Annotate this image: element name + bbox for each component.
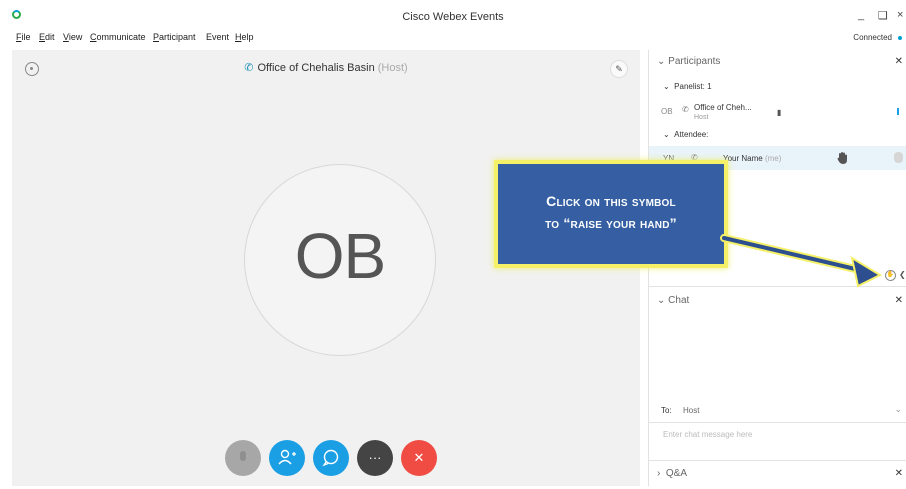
audio-level-icon (897, 108, 899, 115)
active-speaker-label: ✆ Office of Chehalis Basin (Host) (244, 62, 408, 74)
connection-status: Connected (853, 33, 892, 42)
participant-avatar: OB (661, 107, 673, 116)
attendee-group-header[interactable]: ⌄ Attendee: (663, 130, 708, 139)
callout-arrow-icon (720, 234, 883, 288)
signal-icon: ▮ (777, 108, 782, 117)
video-stage: ✆ Office of Chehalis Basin (Host) ✎ OB ··… (12, 50, 640, 486)
phone-icon: ✆ (682, 105, 689, 114)
chat-button[interactable] (313, 440, 349, 476)
panel-divider (649, 422, 906, 423)
close-chat-icon[interactable]: ✕ (895, 295, 903, 306)
participants-panel-header[interactable]: ⌄ Participants (657, 56, 720, 67)
leave-button[interactable]: ✕ (401, 440, 437, 476)
phone-icon: ✆ (244, 62, 254, 74)
close-window-button[interactable]: × (897, 9, 903, 21)
participant-name: Office of Cheh... (694, 103, 752, 112)
raised-hand-icon (837, 152, 847, 164)
menu-participant[interactable]: Participant (153, 32, 196, 42)
callout-line-1: Click on this symbol (546, 193, 676, 209)
connection-indicator-icon (898, 36, 902, 40)
qa-panel-header[interactable]: › Q&A (657, 468, 687, 479)
avatar-initials: OB (294, 220, 386, 292)
participant-name: Your Name (me) (723, 154, 782, 163)
close-qa-icon[interactable]: ✕ (895, 468, 903, 479)
window-title: Cisco Webex Events (402, 11, 504, 23)
chat-message-input[interactable]: Enter chat message here (663, 430, 752, 439)
add-person-icon (278, 449, 296, 465)
chat-bubble-icon (322, 449, 339, 467)
chevron-down-icon[interactable]: ⌄ (894, 404, 902, 415)
tutorial-callout: Click on this symbol to “raise your hand… (494, 160, 728, 268)
callout-line-2: to “raise your hand” (545, 215, 677, 231)
menu-bar: File Edit View Communicate Participant E… (0, 30, 906, 46)
panel-divider (649, 460, 906, 461)
minimize-button[interactable]: _ (858, 9, 864, 21)
participants-button[interactable] (269, 440, 305, 476)
menu-communicate[interactable]: Communicate (90, 32, 146, 42)
restore-button[interactable]: ❑ (878, 9, 888, 22)
participant-role: Host (694, 114, 709, 121)
menu-help[interactable]: Help (235, 32, 254, 42)
menu-event[interactable]: Event (206, 32, 229, 42)
chat-panel-header[interactable]: ⌄ Chat (657, 295, 689, 306)
menu-file[interactable]: File (16, 32, 31, 42)
title-bar: Cisco Webex Events _ ❑ × (0, 0, 906, 26)
mic-icon (240, 451, 246, 461)
participant-row-host[interactable]: OB ✆ Office of Cheh... Host ▮ (649, 101, 906, 125)
layout-toggle-icon[interactable]: ✎ (610, 60, 628, 78)
chat-to-label: To: (661, 406, 672, 415)
participant-options-icon[interactable] (894, 152, 903, 163)
more-options-button[interactable]: ··· (357, 440, 393, 476)
host-avatar: OB (244, 164, 436, 356)
mute-button[interactable] (225, 440, 261, 476)
menu-view[interactable]: View (63, 32, 82, 42)
lower-hand-icon[interactable]: ❮ (899, 270, 906, 281)
menu-edit[interactable]: Edit (39, 32, 55, 42)
chat-recipient-select[interactable]: Host (683, 406, 699, 415)
close-participants-icon[interactable]: ✕ (895, 56, 903, 67)
panelist-group-header[interactable]: ⌄ Panelist: 1 (663, 82, 712, 91)
